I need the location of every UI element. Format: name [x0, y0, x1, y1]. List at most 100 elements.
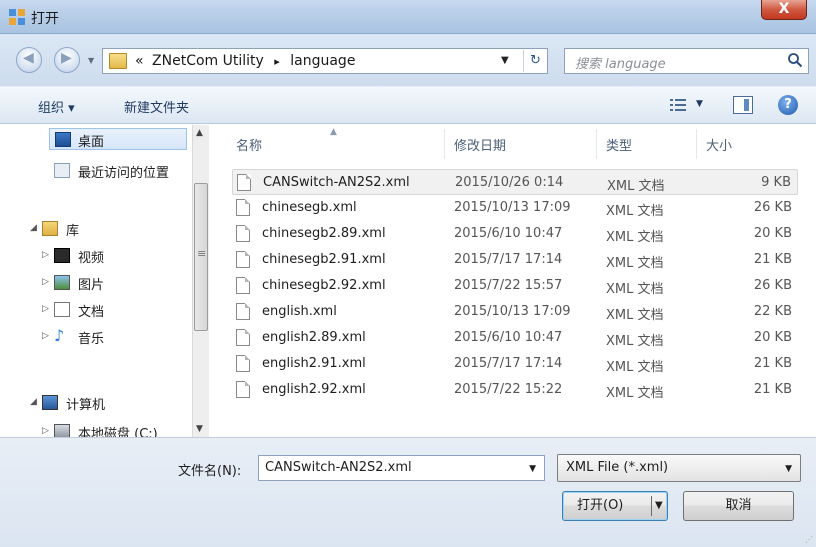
table-row[interactable]: english2.92.xml 2015/7/22 15:22 XML 文档 21 K… [232, 377, 798, 403]
xml-file-icon [236, 381, 250, 398]
file-type: XML 文档 [607, 179, 665, 194]
file-date: 2015/7/17 17:14 [454, 356, 563, 371]
nav-item-drive-c[interactable]: ▷ 本地磁盘 (C:) [42, 421, 190, 437]
collapsed-triangle-icon[interactable]: ▷ [42, 277, 49, 287]
xml-file-icon [236, 251, 250, 268]
breadcrumb-item[interactable]: ZNetCom Utility [152, 53, 264, 69]
scroll-down-icon[interactable]: ▼ [196, 424, 203, 434]
forward-button[interactable]: ▶ [54, 47, 80, 73]
help-icon[interactable]: ? [778, 95, 798, 115]
nav-item-label: 图片 [78, 278, 105, 293]
scroll-thumb[interactable] [194, 183, 208, 331]
column-header-type[interactable]: 类型 [606, 135, 632, 154]
file-size: 9 KB [761, 175, 791, 190]
file-type: XML 文档 [606, 282, 664, 297]
folder-icon [109, 53, 127, 69]
search-input[interactable]: 搜索 language [564, 48, 809, 74]
preview-pane-icon[interactable] [733, 96, 753, 114]
filename-input[interactable]: CANSwitch-AN2S2.xml ▼ [258, 455, 545, 481]
cancel-button[interactable]: 取消 [683, 491, 794, 521]
file-name: chinesegb2.91.xml [262, 252, 386, 267]
nav-item-music[interactable]: ▷ ♪ 音乐 [42, 326, 190, 348]
collapsed-triangle-icon[interactable]: ▷ [42, 426, 49, 436]
file-type: XML 文档 [606, 334, 664, 349]
new-folder-button[interactable]: 新建文件夹 [124, 97, 189, 116]
file-size: 22 KB [753, 304, 792, 319]
table-row[interactable]: chinesegb2.89.xml 2015/6/10 10:47 XML 文档 20… [232, 221, 798, 247]
scroll-up-icon[interactable]: ▲ [196, 128, 203, 138]
breadcrumb-overflow[interactable]: « [135, 53, 144, 69]
table-row[interactable]: chinesegb2.92.xml 2015/7/22 15:57 XML 文档 26… [232, 273, 798, 299]
nav-item-label: 库 [66, 224, 80, 239]
filename-dropdown-icon[interactable]: ▼ [529, 464, 536, 474]
breadcrumb-separator-icon[interactable]: ▸ [274, 55, 280, 68]
collapsed-triangle-icon[interactable]: ▷ [42, 250, 49, 260]
nav-item-pictures[interactable]: ▷ 图片 [42, 272, 190, 294]
xml-file-icon [236, 355, 250, 372]
back-arrow-icon: ◀ [23, 50, 34, 66]
view-dropdown-icon[interactable]: ▼ [696, 99, 703, 109]
table-row[interactable]: english2.89.xml 2015/6/10 10:47 XML 文档 20 K… [232, 325, 798, 351]
back-button[interactable]: ◀ [16, 47, 42, 73]
nav-item-desktop[interactable]: 桌面 [49, 128, 187, 150]
file-name: chinesegb2.89.xml [262, 226, 386, 241]
pictures-icon [54, 275, 70, 290]
open-options-dropdown-icon[interactable]: ▼ [655, 492, 663, 520]
table-row[interactable]: CANSwitch-AN2S2.xml 2015/10/26 0:14 XML 文档… [232, 169, 798, 195]
open-button[interactable]: 打开(O) ▼ [562, 491, 668, 521]
file-date: 2015/7/22 15:22 [454, 382, 563, 397]
file-size: 20 KB [753, 330, 792, 345]
organize-menu[interactable]: 组织 ▾ [38, 97, 75, 116]
file-type: XML 文档 [606, 204, 664, 219]
file-name: chinesegb.xml [262, 200, 357, 215]
column-divider[interactable] [596, 129, 597, 159]
xml-file-icon [236, 329, 250, 346]
close-button[interactable]: X [761, 0, 807, 20]
search-icon[interactable] [787, 52, 803, 68]
filename-value: CANSwitch-AN2S2.xml [265, 460, 412, 475]
column-header-name[interactable]: 名称 [236, 135, 262, 154]
address-input[interactable]: « ZNetCom Utility ▸ language ▼ ↻ [102, 48, 548, 74]
xml-file-icon [236, 303, 250, 320]
nav-item-library[interactable]: ◢ 库 [30, 218, 190, 240]
nav-item-computer[interactable]: ◢ 计算机 [30, 392, 190, 414]
column-divider[interactable] [444, 129, 445, 159]
file-date: 2015/7/17 17:14 [454, 252, 563, 267]
resize-grip-icon[interactable]: ⋰ [805, 535, 813, 544]
nav-item-video[interactable]: ▷ 视频 [42, 245, 190, 267]
sort-ascending-icon: ▲ [330, 127, 337, 137]
expanded-triangle-icon[interactable]: ◢ [30, 397, 37, 407]
xml-file-icon [237, 174, 251, 191]
video-icon [54, 248, 70, 263]
computer-icon [42, 395, 58, 410]
history-dropdown-icon[interactable]: ▼ [88, 56, 94, 65]
table-row[interactable]: chinesegb.xml 2015/10/13 17:09 XML 文档 26 KB [232, 195, 798, 221]
file-size: 21 KB [753, 382, 792, 397]
xml-file-icon [236, 199, 250, 216]
file-name: CANSwitch-AN2S2.xml [263, 175, 410, 190]
file-name: english2.92.xml [262, 382, 366, 397]
expanded-triangle-icon[interactable]: ◢ [30, 223, 37, 233]
nav-item-recent[interactable]: 最近访问的位置 [54, 160, 192, 182]
nav-item-documents[interactable]: ▷ 文档 [42, 299, 190, 321]
collapsed-triangle-icon[interactable]: ▷ [42, 304, 49, 314]
table-row[interactable]: english2.91.xml 2015/7/17 17:14 XML 文档 21 K… [232, 351, 798, 377]
nav-scrollbar[interactable]: ▲ ▼ [192, 125, 209, 437]
file-type: XML 文档 [606, 360, 664, 375]
file-name: english2.89.xml [262, 330, 366, 345]
nav-item-label: 音乐 [78, 332, 105, 347]
column-header-date[interactable]: 修改日期 [454, 135, 506, 154]
address-dropdown-icon[interactable]: ▼ [501, 55, 509, 66]
column-divider[interactable] [696, 129, 697, 159]
file-date: 2015/6/10 10:47 [454, 330, 563, 345]
breadcrumb-item[interactable]: language [290, 53, 355, 69]
refresh-icon[interactable]: ↻ [523, 50, 547, 72]
column-header-size[interactable]: 大小 [706, 135, 732, 154]
view-options-icon[interactable] [670, 98, 686, 112]
filetype-select[interactable]: XML File (*.xml) ▼ [557, 454, 801, 482]
collapsed-triangle-icon[interactable]: ▷ [42, 331, 49, 341]
file-type: XML 文档 [606, 308, 664, 323]
table-row[interactable]: english.xml 2015/10/13 17:09 XML 文档 22 KB [232, 299, 798, 325]
nav-item-label: 本地磁盘 (C:) [78, 427, 158, 437]
table-row[interactable]: chinesegb2.91.xml 2015/7/17 17:14 XML 文档 21… [232, 247, 798, 273]
